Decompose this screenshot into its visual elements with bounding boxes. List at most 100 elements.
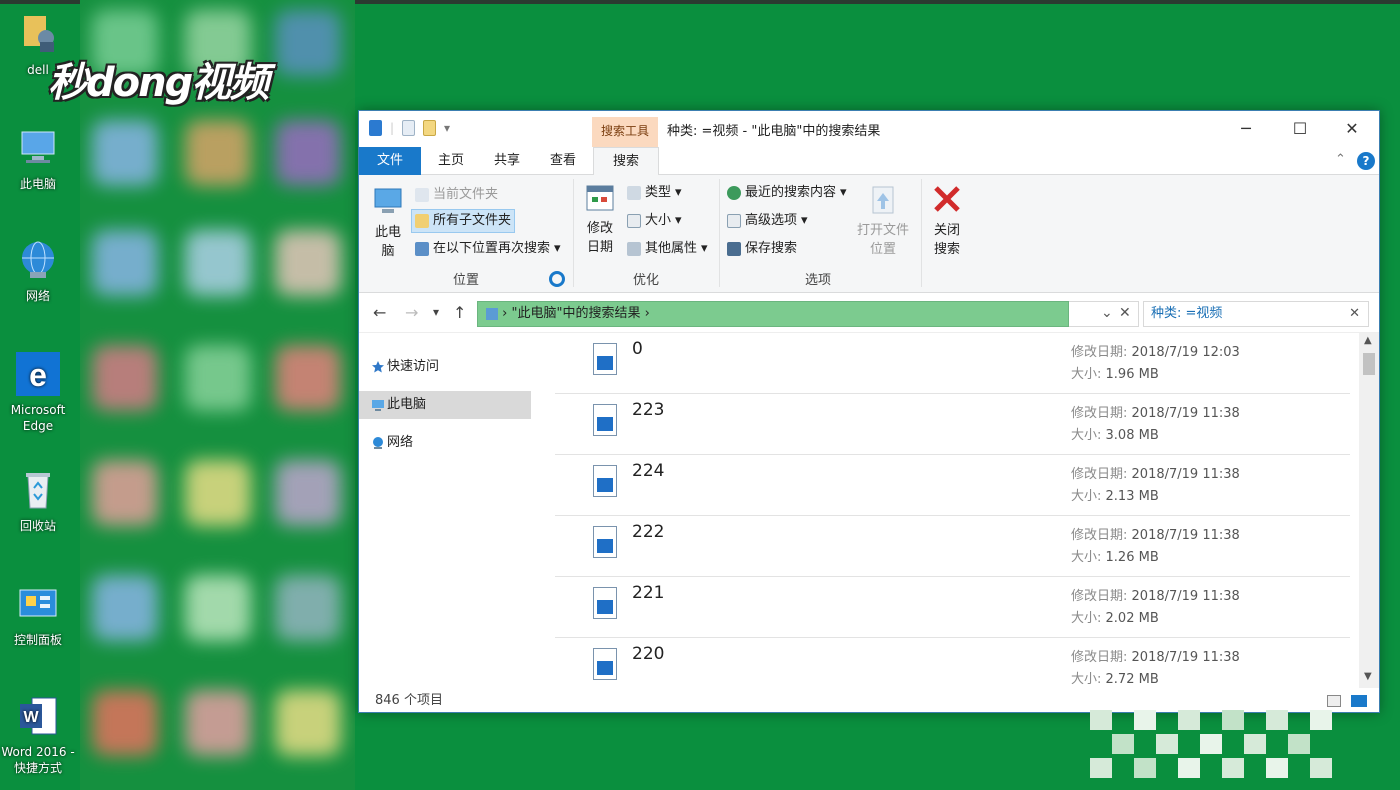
file-size: 大小: 1.96 MB xyxy=(1071,367,1159,382)
file-name: 223 xyxy=(632,400,665,420)
list-item[interactable]: 0 修改日期: 2018/7/19 12:03 大小: 1.96 MB xyxy=(555,333,1350,394)
nav-item-network[interactable]: 网络 xyxy=(359,429,531,457)
maximize-button[interactable]: ☐ xyxy=(1277,115,1323,143)
search-again-dropdown[interactable]: 在以下位置再次搜索 ▾ xyxy=(415,237,561,261)
this-pc-button[interactable]: 此电脑 xyxy=(369,185,407,261)
group-refine-label: 优化 xyxy=(633,273,660,288)
vertical-scrollbar[interactable]: ▲ ▼ xyxy=(1359,333,1379,688)
list-item[interactable]: 224 修改日期: 2018/7/19 11:38 大小: 2.13 MB xyxy=(555,455,1350,516)
breadcrumb-separator: › xyxy=(644,306,650,321)
word-icon: W xyxy=(16,694,60,738)
desktop-icon-network[interactable]: 网络 xyxy=(0,238,76,304)
search-input[interactable]: 种类: =视频 ✕ xyxy=(1143,301,1369,327)
window-title: 种类: =视频 - "此电脑"中的搜索结果 xyxy=(667,124,881,139)
kind-dropdown[interactable]: 类型 ▾ xyxy=(627,181,682,205)
context-tab-search-tools: 搜索工具 xyxy=(592,117,658,147)
current-folder-label: 当前文件夹 xyxy=(433,187,499,202)
kind-icon xyxy=(627,186,641,200)
pc-icon xyxy=(372,400,384,411)
desktop-icon-control-panel[interactable]: 控制面板 xyxy=(0,582,76,648)
scroll-down-icon[interactable]: ▼ xyxy=(1364,671,1372,682)
desktop-icon-word[interactable]: W Word 2016 - 快捷方式 xyxy=(0,694,76,776)
clear-address-icon[interactable]: ✕ xyxy=(1119,305,1131,321)
forward-arrow-icon[interactable]: → xyxy=(405,303,418,322)
save-search-button[interactable]: 保存搜索 xyxy=(727,237,797,261)
scrollbar-thumb[interactable] xyxy=(1363,353,1375,375)
open-location-icon xyxy=(872,186,894,214)
file-name: 221 xyxy=(632,583,665,603)
large-icons-view-icon[interactable] xyxy=(1351,695,1367,707)
breadcrumb[interactable]: "此电脑"中的搜索结果 xyxy=(511,306,640,321)
file-size: 大小: 3.08 MB xyxy=(1071,428,1159,443)
blurred-icon xyxy=(185,120,251,186)
blurred-icon xyxy=(275,575,341,641)
nav-item-quick-access[interactable]: 快速访问 xyxy=(359,353,531,381)
properties-icon[interactable] xyxy=(402,120,416,136)
list-item[interactable]: 223 修改日期: 2018/7/19 11:38 大小: 3.08 MB xyxy=(555,394,1350,455)
tab-home[interactable]: 主页 xyxy=(423,147,479,175)
svg-text:W: W xyxy=(23,709,39,726)
tab-share[interactable]: 共享 xyxy=(479,147,535,175)
search-query: 种类: =视频 xyxy=(1151,306,1223,321)
clear-search-icon[interactable]: ✕ xyxy=(1349,302,1360,326)
blurred-icon xyxy=(92,345,158,411)
size-dropdown[interactable]: 大小 ▾ xyxy=(627,209,682,233)
file-size: 大小: 2.02 MB xyxy=(1071,611,1159,626)
help-icon[interactable]: ? xyxy=(1357,152,1375,170)
address-dropdown-icon[interactable]: ⌄ xyxy=(1101,305,1113,321)
blurred-icon xyxy=(185,230,251,296)
list-item[interactable]: 220 修改日期: 2018/7/19 11:38 大小: 2.72 MB xyxy=(555,638,1350,688)
blurred-icon xyxy=(185,460,251,526)
current-folder-option[interactable]: 当前文件夹 xyxy=(415,183,498,207)
group-location-label: 位置 xyxy=(453,273,480,288)
tab-file[interactable]: 文件 xyxy=(359,147,421,175)
file-modified: 修改日期: 2018/7/19 11:38 xyxy=(1071,406,1240,421)
tab-view[interactable]: 查看 xyxy=(535,147,591,175)
list-item[interactable]: 222 修改日期: 2018/7/19 11:38 大小: 1.26 MB xyxy=(555,516,1350,577)
this-pc-icon xyxy=(16,126,60,170)
file-list: 0 修改日期: 2018/7/19 12:03 大小: 1.96 MB 223 … xyxy=(555,333,1351,688)
ribbon-search: 此电脑 当前文件夹 所有子文件夹 在以下位置再次搜索 ▾ 位置 修改日期 类型 … xyxy=(359,175,1379,293)
chevron-down-icon[interactable]: ▾ xyxy=(444,121,450,135)
ribbon-tabs: 文件 主页 共享 查看 搜索 ⌃ ? xyxy=(359,147,1379,176)
all-subfolders-option[interactable]: 所有子文件夹 xyxy=(411,209,516,233)
search-again-icon xyxy=(415,242,429,256)
other-properties-dropdown[interactable]: 其他属性 ▾ xyxy=(627,237,708,261)
edge-icon: e xyxy=(16,352,60,396)
address-controls: ⌄ ✕ xyxy=(1069,301,1139,327)
close-search-button[interactable]: 关闭搜索 xyxy=(927,183,967,259)
video-file-icon xyxy=(593,526,617,558)
desktop-icon-recycle-bin[interactable]: 回收站 xyxy=(0,468,76,534)
folder-icon[interactable] xyxy=(369,120,382,136)
advanced-options-dropdown[interactable]: 高级选项 ▾ xyxy=(727,209,808,233)
chevron-down-icon: ▾ xyxy=(675,185,682,200)
close-button[interactable]: ✕ xyxy=(1329,115,1375,143)
minimize-button[interactable]: ─ xyxy=(1223,115,1269,143)
toolbar-divider: | xyxy=(390,121,395,135)
control-panel-icon xyxy=(16,582,60,626)
scroll-up-icon[interactable]: ▲ xyxy=(1364,335,1372,346)
recent-locations-chevron-icon[interactable]: ▾ xyxy=(433,305,439,319)
close-search-label: 关闭搜索 xyxy=(933,223,960,257)
desktop-icon-this-pc[interactable]: 此电脑 xyxy=(0,126,76,192)
network-icon xyxy=(16,238,60,282)
desktop-icon-edge[interactable]: e Microsoft Edge xyxy=(0,352,76,434)
back-arrow-icon[interactable]: ← xyxy=(373,303,386,322)
address-bar[interactable]: › "此电脑"中的搜索结果 › xyxy=(477,301,1069,327)
date-modified-dropdown[interactable]: 修改日期 xyxy=(581,183,619,257)
open-file-location-button[interactable]: 打开文件位置 xyxy=(853,185,913,259)
nav-item-this-pc[interactable]: 此电脑 xyxy=(359,391,531,419)
up-arrow-icon[interactable]: ↑ xyxy=(453,303,466,322)
recent-searches-dropdown[interactable]: 最近的搜索内容 ▾ xyxy=(727,181,847,205)
list-item[interactable]: 221 修改日期: 2018/7/19 11:38 大小: 2.02 MB xyxy=(555,577,1350,638)
new-folder-icon[interactable] xyxy=(423,120,437,136)
calendar-icon xyxy=(586,185,614,211)
blurred-icon xyxy=(185,690,251,756)
blurred-icon xyxy=(275,345,341,411)
nav-item-label: 快速访问 xyxy=(387,359,440,374)
chevron-up-icon[interactable]: ⌃ xyxy=(1335,152,1346,167)
tab-search[interactable]: 搜索 xyxy=(593,147,659,176)
recent-searches-icon xyxy=(727,186,741,200)
other-properties-label: 其他属性 xyxy=(645,241,698,256)
chevron-down-icon: ▾ xyxy=(840,185,847,200)
